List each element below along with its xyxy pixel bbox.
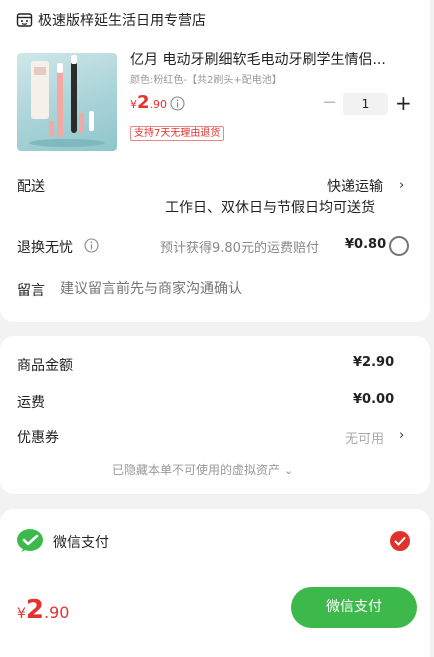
hidden-assets-toggle[interactable]: 已隐藏本单不可使用的虚拟资产 ⌄	[112, 461, 293, 478]
price-decimal: .90	[149, 98, 168, 111]
chevron-down-icon: ⌄	[283, 464, 294, 477]
product-spec[interactable]: 颜色:粉红色-【共2刷头+配电池】	[130, 71, 282, 86]
order-total: ¥2.90	[17, 595, 69, 625]
total-decimal: .90	[44, 603, 70, 622]
delivery-method[interactable]: 快递运输	[327, 176, 383, 196]
return-policy-tag: 支持7天无理由退货	[130, 126, 225, 141]
goods-amount-label: 商品金额	[17, 358, 73, 374]
product-title[interactable]: 亿月 电动牙刷细软毛电动牙刷学生情侣...	[130, 49, 410, 69]
payment-selected-icon[interactable]	[390, 531, 410, 551]
price-symbol: ¥	[130, 98, 137, 111]
message-input[interactable]	[60, 278, 410, 300]
payment-method-label[interactable]: 微信支付	[53, 532, 109, 552]
store-name[interactable]: 极速版梓延生活日用专营店	[38, 10, 206, 30]
price-summary-card: 商品金额 ¥2.90 运费 ¥0.00 优惠券 无可用 › 已隐藏本单不可使用的…	[0, 336, 430, 494]
check-icon	[394, 537, 406, 546]
message-label: 留言	[17, 283, 45, 299]
wechat-pay-icon	[17, 529, 43, 552]
delivery-chevron-icon[interactable]: ›	[399, 178, 404, 193]
quantity-increase-button[interactable]: +	[395, 93, 412, 113]
total-symbol: ¥	[17, 606, 26, 622]
payment-card: 微信支付	[0, 509, 430, 657]
product-thumbnail[interactable]	[17, 53, 117, 151]
product-price: ¥2.90	[130, 92, 167, 113]
goods-amount-value: ¥2.90	[353, 355, 395, 370]
hidden-assets-text: 已隐藏本单不可使用的虚拟资产	[112, 463, 281, 477]
pay-button[interactable]: 微信支付	[291, 587, 417, 628]
return-compensation-text: 预计获得9.80元的运费赔付	[160, 241, 319, 256]
return-guarantee-price: ¥0.80	[345, 237, 387, 252]
info-icon[interactable]	[84, 238, 99, 253]
delivery-label: 配送	[17, 179, 45, 195]
coupon-label: 优惠券	[17, 430, 59, 446]
shipping-fee-value: ¥0.00	[353, 392, 395, 407]
order-item-card: 极速版梓延生活日用专营店 亿月 电动牙刷细软毛电动牙刷学生情侣... 颜色:粉红…	[0, 0, 430, 322]
coupon-chevron-icon[interactable]: ›	[399, 428, 404, 443]
coupon-value[interactable]: 无可用	[345, 428, 384, 447]
shipping-fee-label: 运费	[17, 395, 45, 411]
return-guarantee-radio[interactable]	[389, 236, 409, 256]
total-integer: 2	[25, 595, 45, 625]
quantity-input[interactable]: 1	[343, 93, 388, 115]
info-icon[interactable]	[170, 96, 185, 111]
price-integer: 2	[137, 92, 150, 113]
toothbrush-image-icon	[29, 55, 105, 147]
store-icon	[16, 13, 33, 27]
return-guarantee-label: 退换无忧	[17, 240, 73, 256]
delivery-note: 工作日、双休日与节假日均可送货	[165, 200, 375, 216]
quantity-decrease-button[interactable]: −	[322, 94, 337, 112]
